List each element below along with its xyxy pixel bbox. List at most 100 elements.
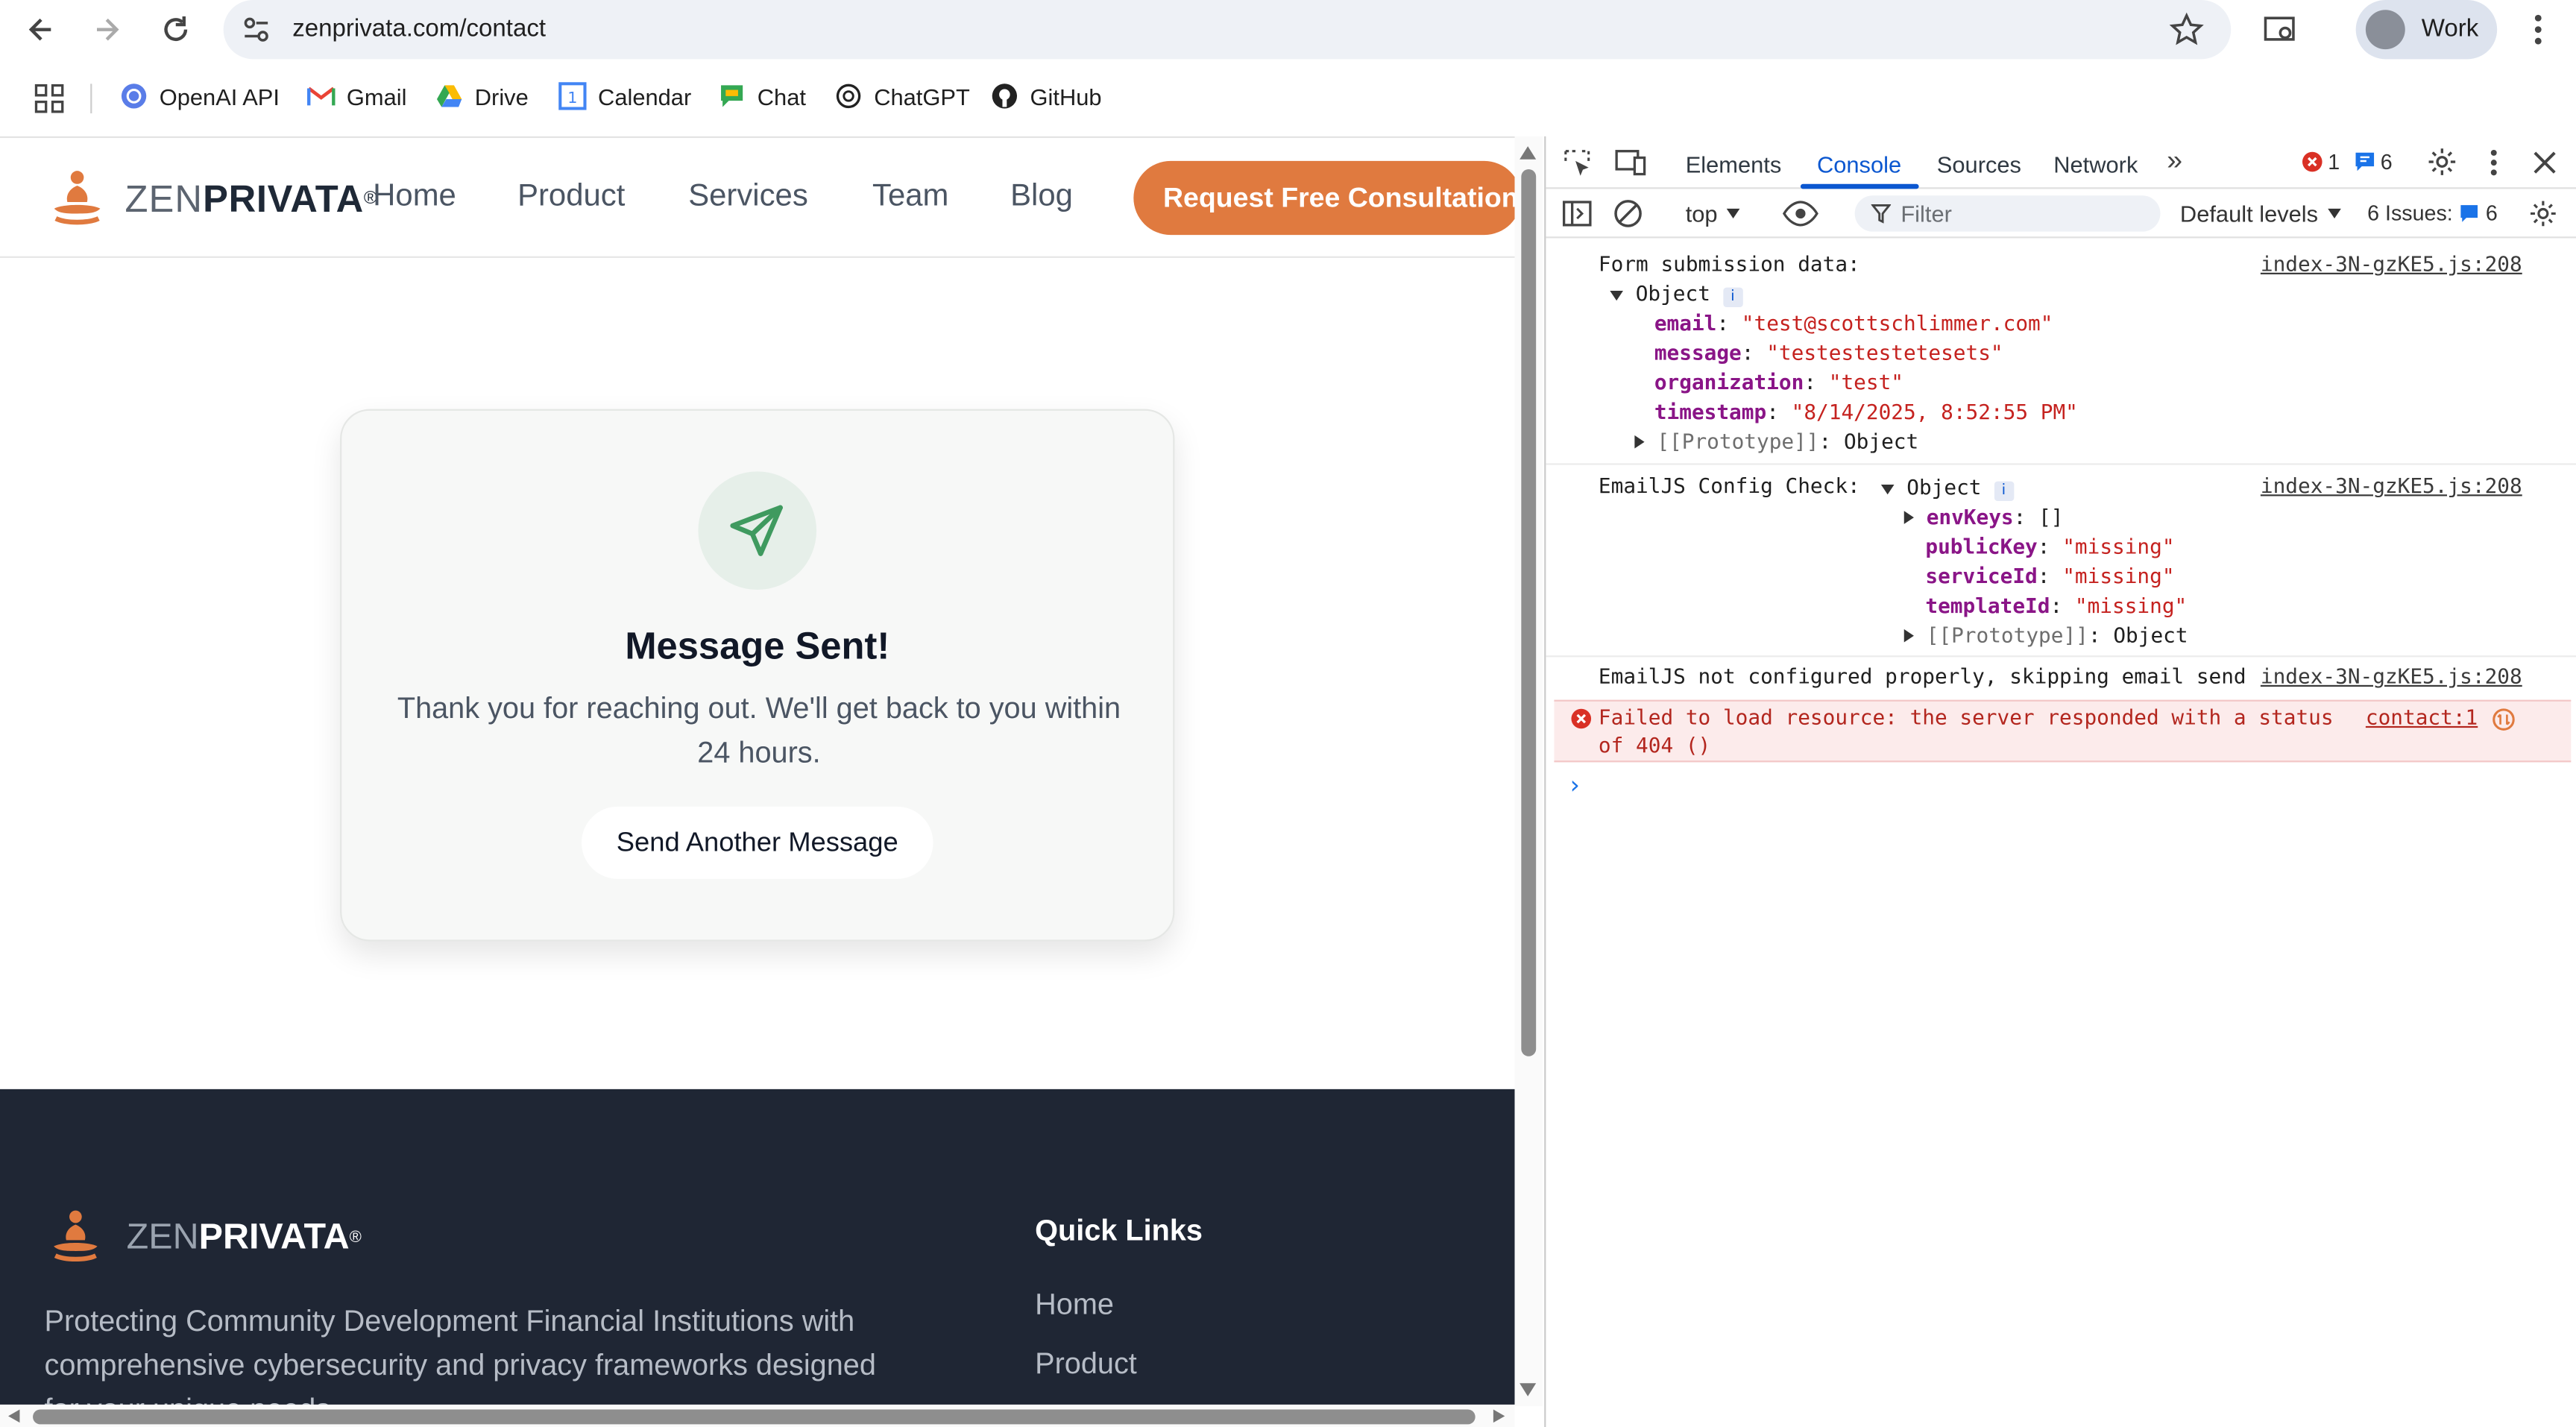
log-levels-dropdown[interactable]: Default levels (2180, 201, 2341, 227)
tab-network[interactable]: Network (2053, 151, 2138, 177)
tab-search-button[interactable] (2257, 7, 2303, 53)
device-toolbar-icon[interactable] (1615, 148, 1648, 177)
bookmark-github[interactable]: GitHub (991, 82, 1102, 110)
page-horizontal-scrollbar[interactable] (0, 1404, 1515, 1427)
prototype-expander[interactable]: [[Prototype]]: Object (1634, 429, 1918, 453)
more-tabs-icon[interactable]: » (2167, 145, 2182, 177)
bookmark-calendar[interactable]: 1 Calendar (558, 82, 691, 110)
message-counter[interactable]: 6 (2354, 149, 2393, 174)
chatgpt-icon (836, 84, 861, 109)
bookmark-label: ChatGPT (874, 83, 970, 110)
browser-menu-button[interactable] (2515, 7, 2561, 53)
footer-link-home[interactable]: Home (1035, 1288, 1114, 1322)
live-expression-eye-icon[interactable] (1782, 201, 1818, 227)
object-property: serviceId: "missing" (1925, 563, 2175, 588)
sidebar-toggle-icon[interactable] (1562, 199, 1592, 229)
back-button[interactable] (18, 7, 64, 53)
scroll-down-arrow-icon[interactable] (1520, 1383, 1537, 1396)
tab-sources[interactable]: Sources (1937, 151, 2021, 177)
calendar-icon: 1 (558, 82, 587, 110)
error-icon (1571, 708, 1592, 729)
message-count: 6 (2380, 149, 2393, 174)
log-source-link[interactable]: index-3N-gzKE5.js:208 (2261, 473, 2522, 498)
object-property: timestamp: "8/14/2025, 8:52:55 PM" (1654, 399, 2078, 424)
object-expander[interactable]: Object i (1610, 281, 1743, 308)
devtools-menu-icon[interactable] (2489, 148, 2498, 177)
bookmark-chatgpt[interactable]: ChatGPT (834, 82, 970, 110)
footer-logo-zen: ZEN (126, 1215, 199, 1257)
error-counter[interactable]: 1 (2302, 150, 2340, 174)
site-logo[interactable]: ZEN PRIVATA ® (46, 168, 377, 230)
error-message-line: Failed to load resource: the server resp… (1598, 705, 2334, 730)
devtools-panel: Elements Console Sources Network » 1 6 t… (1544, 136, 2576, 1427)
page-vertical-scrollbar[interactable] (1514, 136, 1543, 1407)
log-source-link[interactable]: index-3N-gzKE5.js:208 (2261, 664, 2522, 688)
page-viewport: ZEN PRIVATA ® Home Product Services Team B… (0, 136, 1515, 1407)
console-settings-gear-icon[interactable] (2528, 199, 2558, 229)
object-property[interactable]: envKeys: [] (1903, 504, 2064, 529)
object-property: organization: "test" (1654, 369, 1904, 394)
logo-zen-text: ZEN (125, 176, 204, 220)
log-source-link[interactable]: index-3N-gzKE5.js:208 (2261, 251, 2522, 276)
active-tab-indicator (1800, 183, 1919, 189)
send-icon (730, 505, 783, 556)
site-header: ZEN PRIVATA ® Home Product Services Team B… (0, 138, 1515, 258)
console-toolbar: top Filter Default levels 6 Issues: 6 (1546, 189, 2576, 239)
console-prompt-icon[interactable]: › (1567, 770, 1582, 800)
tab-console[interactable]: Console (1817, 151, 1901, 177)
issues-message-icon (2460, 204, 2478, 221)
bookmark-star-icon[interactable] (2168, 11, 2204, 47)
network-request-icon[interactable] (2492, 708, 2516, 731)
profile-button[interactable]: Work (2355, 0, 2498, 60)
nav-home[interactable]: Home (373, 179, 456, 215)
meditation-logo-icon (54, 171, 101, 225)
kebab-menu-icon (2534, 14, 2542, 45)
confirmation-title: Message Sent! (625, 624, 890, 667)
bookmark-openai-api[interactable]: OpenAI API (120, 82, 280, 110)
send-icon-circle (698, 471, 817, 590)
reload-button[interactable] (153, 7, 199, 53)
nav-product[interactable]: Product (517, 179, 625, 215)
nav-blog[interactable]: Blog (1010, 179, 1073, 215)
apps-grid-icon[interactable] (34, 84, 64, 113)
bookmarks-bar: OpenAI API Gmail Drive 1 Calendar Chat C… (0, 69, 2576, 128)
nav-services[interactable]: Services (688, 179, 808, 215)
browser-toolbar: zenprivata.com/contact Work (0, 0, 2576, 61)
site-settings-icon[interactable] (240, 13, 273, 46)
issues-counter[interactable]: 6 Issues: 6 (2367, 201, 2498, 225)
prototype-expander[interactable]: [[Prototype]]: Object (1903, 623, 2188, 647)
error-source-link[interactable]: contact:1 (2366, 705, 2478, 729)
url-text[interactable]: zenprivata.com/contact (292, 15, 546, 42)
clear-console-icon[interactable] (1613, 199, 1643, 229)
cast-icon (2264, 16, 2295, 41)
address-bar[interactable]: zenprivata.com/contact (223, 0, 2232, 60)
send-another-message-button[interactable]: Send Another Message (582, 806, 933, 879)
github-icon (992, 84, 1018, 109)
settings-gear-icon[interactable] (2426, 146, 2457, 177)
bookmark-chat[interactable]: Chat (718, 82, 806, 110)
inspect-element-icon[interactable] (1562, 148, 1592, 177)
bookmark-gmail[interactable]: Gmail (307, 82, 406, 110)
footer-link-product[interactable]: Product (1035, 1347, 1137, 1382)
request-consultation-button[interactable]: Request Free Consultation (1133, 160, 1515, 236)
context-selector[interactable]: top (1686, 201, 1741, 227)
bookmark-drive[interactable]: Drive (435, 82, 529, 110)
footer-logo[interactable]: ZEN PRIVATA ® (46, 1207, 362, 1266)
console-filter-input[interactable]: Filter (1854, 195, 2161, 232)
bookmark-label: Chat (757, 83, 806, 110)
bookmark-label: Gmail (346, 83, 407, 110)
scroll-up-arrow-icon[interactable] (1520, 146, 1537, 160)
tab-elements[interactable]: Elements (1686, 151, 1782, 177)
avatar (2365, 10, 2405, 50)
chat-icon (721, 85, 743, 107)
horizontal-scroll-thumb[interactable] (33, 1409, 1476, 1425)
scroll-left-arrow-icon[interactable] (8, 1409, 20, 1423)
nav-team[interactable]: Team (872, 179, 948, 215)
close-icon[interactable] (2531, 150, 2557, 176)
scroll-right-arrow-icon[interactable] (1493, 1409, 1505, 1423)
footer-logo-registered-mark: ® (349, 1228, 362, 1247)
object-expander[interactable]: Object i (1880, 475, 2014, 502)
devtools-tabbar: Elements Console Sources Network » 1 6 (1546, 136, 2576, 189)
forward-button[interactable] (84, 7, 130, 53)
vertical-scroll-thumb[interactable] (1521, 168, 1537, 1056)
